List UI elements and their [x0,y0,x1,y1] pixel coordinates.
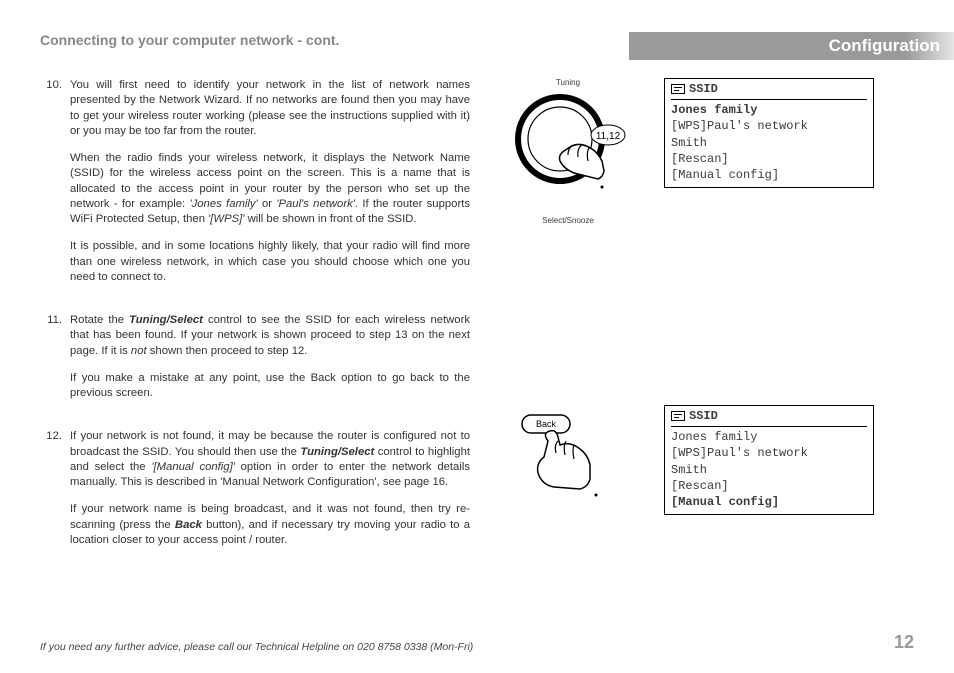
step-number: 11. [40,313,62,413]
page-number: 12 [894,632,914,653]
page-subtitle: Connecting to your computer network - co… [40,32,339,48]
list-item: [WPS]Paul's network [671,445,867,461]
dial-top-label: Tuning [498,78,638,87]
dial-bubble-text: 11,12 [596,131,621,142]
paragraph: If you make a mistake at any point, use … [70,371,470,402]
list-item: Smith [671,135,867,151]
step-11: 11. Rotate the Tuning/Select control to … [40,313,470,413]
list-item: Smith [671,462,867,478]
back-icon: Back [508,411,628,511]
step-10: 10. You will first need to identify your… [40,78,470,297]
step-number: 12. [40,429,62,560]
screen-title: SSID [689,81,718,97]
paragraph: If your network is not found, it may be … [70,429,470,490]
dial-bottom-label: Select/Snooze [498,216,638,225]
ssid-screen-1: SSID Jones family [WPS]Paul's network Sm… [664,78,874,188]
screen-title: SSID [689,408,718,424]
paragraph: It is possible, and in some locations hi… [70,239,470,285]
paragraph: If your network name is being broadcast,… [70,502,470,548]
list-item: [WPS]Paul's network [671,118,867,134]
paragraph: You will first need to identify your net… [70,78,470,139]
ssid-screen-2: SSID Jones family [WPS]Paul's network Sm… [664,405,874,515]
back-button-figure: Back [498,405,638,516]
figures-column: Tuning 11,12 Select/Snooze SSID [498,78,914,576]
instructions-column: 10. You will first need to identify your… [40,78,470,576]
step-12: 12. If your network is not found, it may… [40,429,470,560]
step-number: 10. [40,78,62,297]
list-item: Jones family [671,102,867,118]
tuning-dial-figure: Tuning 11,12 Select/Snooze [498,78,638,225]
list-item: Jones family [671,429,867,445]
section-title: Configuration [629,32,954,60]
list-item: [Manual config] [671,494,867,510]
paragraph: Rotate the Tuning/Select control to see … [70,313,470,359]
list-icon [671,84,685,94]
paragraph: When the radio finds your wireless netwo… [70,151,470,227]
list-icon [671,411,685,421]
list-item: [Rescan] [671,478,867,494]
dial-icon: 11,12 [508,89,628,209]
helpline-text: If you need any further advice, please c… [40,641,473,653]
svg-text:Back: Back [536,419,557,429]
list-item: [Manual config] [671,167,867,183]
list-item: [Rescan] [671,151,867,167]
